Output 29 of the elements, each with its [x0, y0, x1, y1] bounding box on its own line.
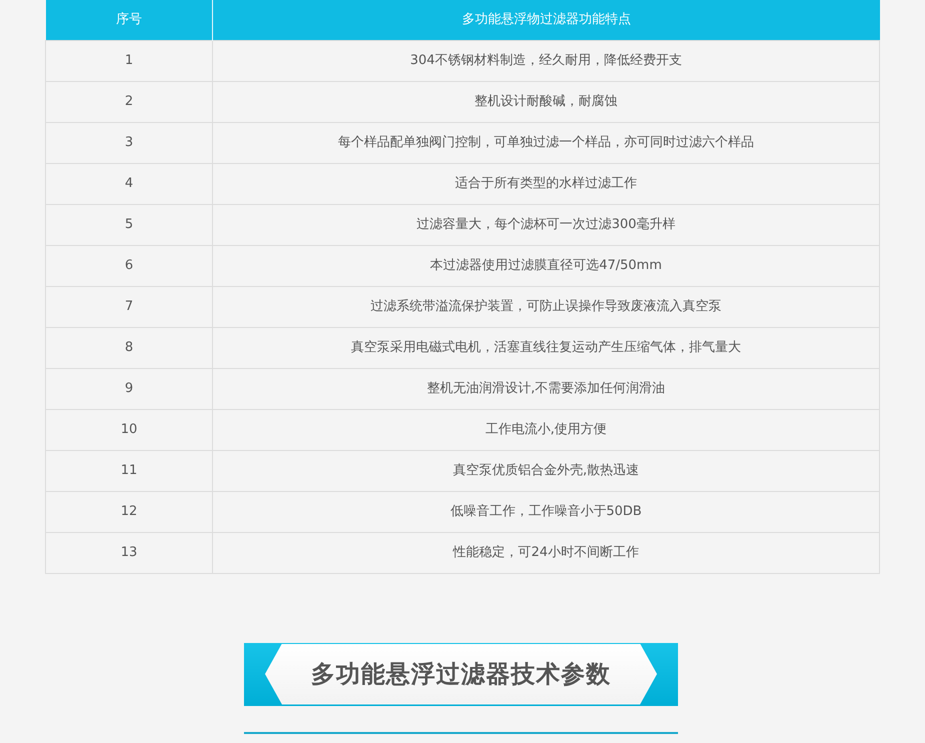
column-header: 多功能悬浮物过滤器功能特点	[212, 0, 880, 40]
table-cell: 6	[46, 245, 212, 286]
table-cell: 本过滤器使用过滤膜直径可选47/50mm	[212, 245, 880, 286]
table-cell: 过滤系统带溢流保护装置，可防止误操作导致废液流入真空泵	[212, 286, 880, 327]
table-cell: 整机设计耐酸碱，耐腐蚀	[212, 81, 880, 122]
table-cell: 5	[46, 204, 212, 245]
table-cell: 3	[46, 122, 212, 163]
table-cell: 真空泵采用电磁式电机，活塞直线往复运动产生压缩气体，排气量大	[212, 327, 880, 368]
table-cell: 适合于所有类型的水样过滤工作	[212, 163, 880, 204]
section-title: 多功能悬浮过滤器技术参数	[265, 644, 657, 704]
table-cell: 10	[46, 409, 212, 450]
table-cell: 整机无油润滑设计,不需要添加任何润滑油	[212, 368, 880, 409]
column-header: 序号	[46, 0, 212, 40]
table-cell: 9	[46, 368, 212, 409]
table-cell: 真空泵优质铝合金外壳,散热迅速	[212, 450, 880, 491]
table-cell: 2	[46, 81, 212, 122]
table-cell: 13	[46, 532, 212, 573]
table-cell: 1	[46, 40, 212, 81]
table-cell: 性能稳定，可24小时不间断工作	[212, 532, 880, 573]
table-cell: 4	[46, 163, 212, 204]
table-cell: 304不锈钢材料制造，经久耐用，降低经费开支	[212, 40, 880, 81]
table-cell: 每个样品配单独阀门控制，可单独过滤一个样品，亦可同时过滤六个样品	[212, 122, 880, 163]
table-cell: 低噪音工作，工作噪音小于50DB	[212, 491, 880, 532]
table-cell: 12	[46, 491, 212, 532]
table-cell: 工作电流小,使用方便	[212, 409, 880, 450]
table-cell: 8	[46, 327, 212, 368]
table-cell: 过滤容量大，每个滤杯可一次过滤300毫升样	[212, 204, 880, 245]
table-cell: 7	[46, 286, 212, 327]
table-cell: 11	[46, 450, 212, 491]
